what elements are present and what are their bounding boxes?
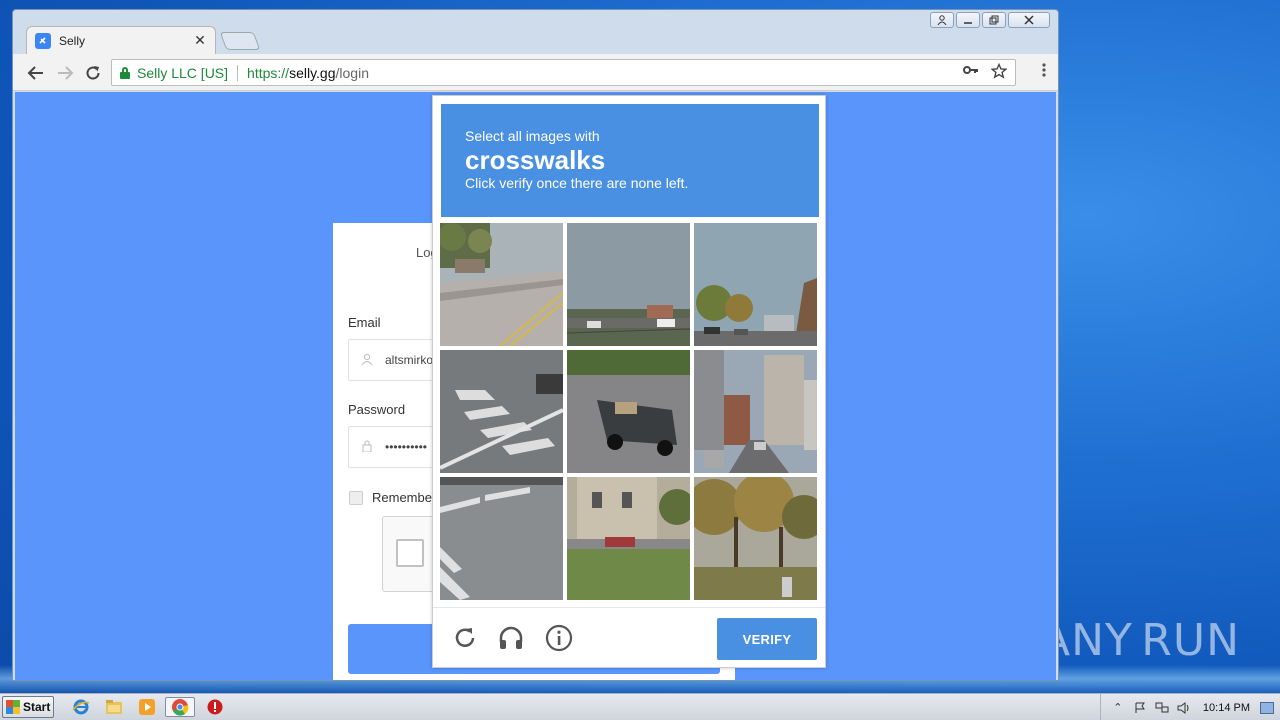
captcha-challenge: Select all images with crosswalks Click …	[432, 95, 826, 668]
volume-icon[interactable]	[1176, 700, 1192, 716]
ev-certificate-name: Selly LLC [US]	[137, 64, 229, 81]
start-button[interactable]: Start	[2, 696, 54, 718]
verify-button[interactable]: VERIFY	[717, 618, 817, 660]
tab-close-icon[interactable]: ✕	[193, 32, 207, 49]
taskbar: Start ⌃ 10:14 PM	[0, 693, 1280, 720]
address-separator	[237, 64, 239, 81]
padlock-icon	[361, 440, 375, 455]
captcha-tile-1[interactable]	[440, 223, 563, 346]
captcha-instruction-post: Click verify once there are none left.	[465, 175, 689, 191]
captcha-footer: VERIFY	[433, 607, 825, 667]
remember-me[interactable]: Remember	[349, 490, 436, 505]
taskbar-clock: 10:14 PM	[1202, 701, 1250, 714]
refresh-icon[interactable]	[450, 623, 480, 653]
url-scheme: https://	[247, 64, 290, 81]
lock-icon	[120, 66, 130, 79]
bookmark-star-icon[interactable]	[990, 62, 1008, 83]
omnibox-actions	[963, 62, 1008, 83]
tray-expand-icon[interactable]: ⌃	[1110, 700, 1126, 716]
captcha-tile-9[interactable]	[694, 477, 817, 600]
captcha-tile-7[interactable]	[440, 477, 563, 600]
headphones-icon[interactable]	[496, 623, 526, 653]
show-desktop-button[interactable]	[1260, 701, 1274, 714]
windows-flag-icon	[6, 700, 20, 714]
network-icon[interactable]	[1154, 700, 1170, 716]
selly-favicon-icon	[35, 32, 51, 49]
captcha-tile-6[interactable]	[694, 350, 817, 473]
email-label: Email	[348, 315, 381, 330]
email-value: altsmirko	[385, 353, 434, 367]
watermark-right: RUN	[1141, 614, 1240, 666]
internet-explorer-icon[interactable]	[70, 697, 92, 717]
captcha-tile-2[interactable]	[567, 223, 690, 346]
browser-menu-icon[interactable]	[1042, 62, 1046, 83]
info-icon[interactable]	[544, 623, 574, 653]
browser-toolbar: Selly LLC [US] https:// selly.gg /login	[13, 54, 1058, 91]
password-value: ••••••••••	[385, 440, 428, 454]
forward-icon[interactable]	[54, 62, 76, 84]
address-bar[interactable]: Selly LLC [US] https:// selly.gg /login	[111, 59, 1016, 86]
start-label: Start	[23, 700, 51, 714]
url-host: selly.gg	[289, 64, 336, 81]
stop-sign-icon[interactable]	[204, 697, 226, 717]
password-label: Password	[348, 402, 406, 417]
back-icon[interactable]	[25, 62, 47, 84]
tab-strip: Selly ✕	[13, 10, 1058, 54]
system-tray: ⌃ 10:14 PM	[1099, 694, 1280, 720]
reload-icon[interactable]	[82, 62, 104, 84]
tab-selly[interactable]: Selly ✕	[26, 26, 216, 54]
remember-label: Remember	[372, 490, 437, 505]
url-path: /login	[335, 64, 369, 81]
file-explorer-icon[interactable]	[103, 697, 125, 717]
captcha-tile-8[interactable]	[567, 477, 690, 600]
captcha-keyword: crosswalks	[465, 145, 606, 175]
key-icon[interactable]	[963, 63, 979, 83]
captcha-tile-5[interactable]	[567, 350, 690, 473]
tab-title: Selly	[59, 33, 86, 48]
remember-checkbox[interactable]	[349, 490, 363, 505]
user-icon	[361, 353, 375, 368]
captcha-header: Select all images with crosswalks Click …	[441, 104, 819, 217]
captcha-tile-3[interactable]	[694, 223, 817, 346]
media-player-icon[interactable]	[136, 697, 158, 717]
captcha-tile-4[interactable]	[440, 350, 563, 473]
action-center-flag-icon[interactable]	[1132, 700, 1148, 716]
new-tab-button[interactable]	[219, 32, 261, 50]
captcha-instruction-pre: Select all images with	[465, 128, 600, 144]
captcha-image-grid	[440, 223, 818, 600]
anyrun-watermark: ANY RUN	[1040, 608, 1240, 672]
chrome-taskbar-icon[interactable]	[165, 697, 195, 717]
recaptcha-checkbox[interactable]	[396, 539, 424, 567]
